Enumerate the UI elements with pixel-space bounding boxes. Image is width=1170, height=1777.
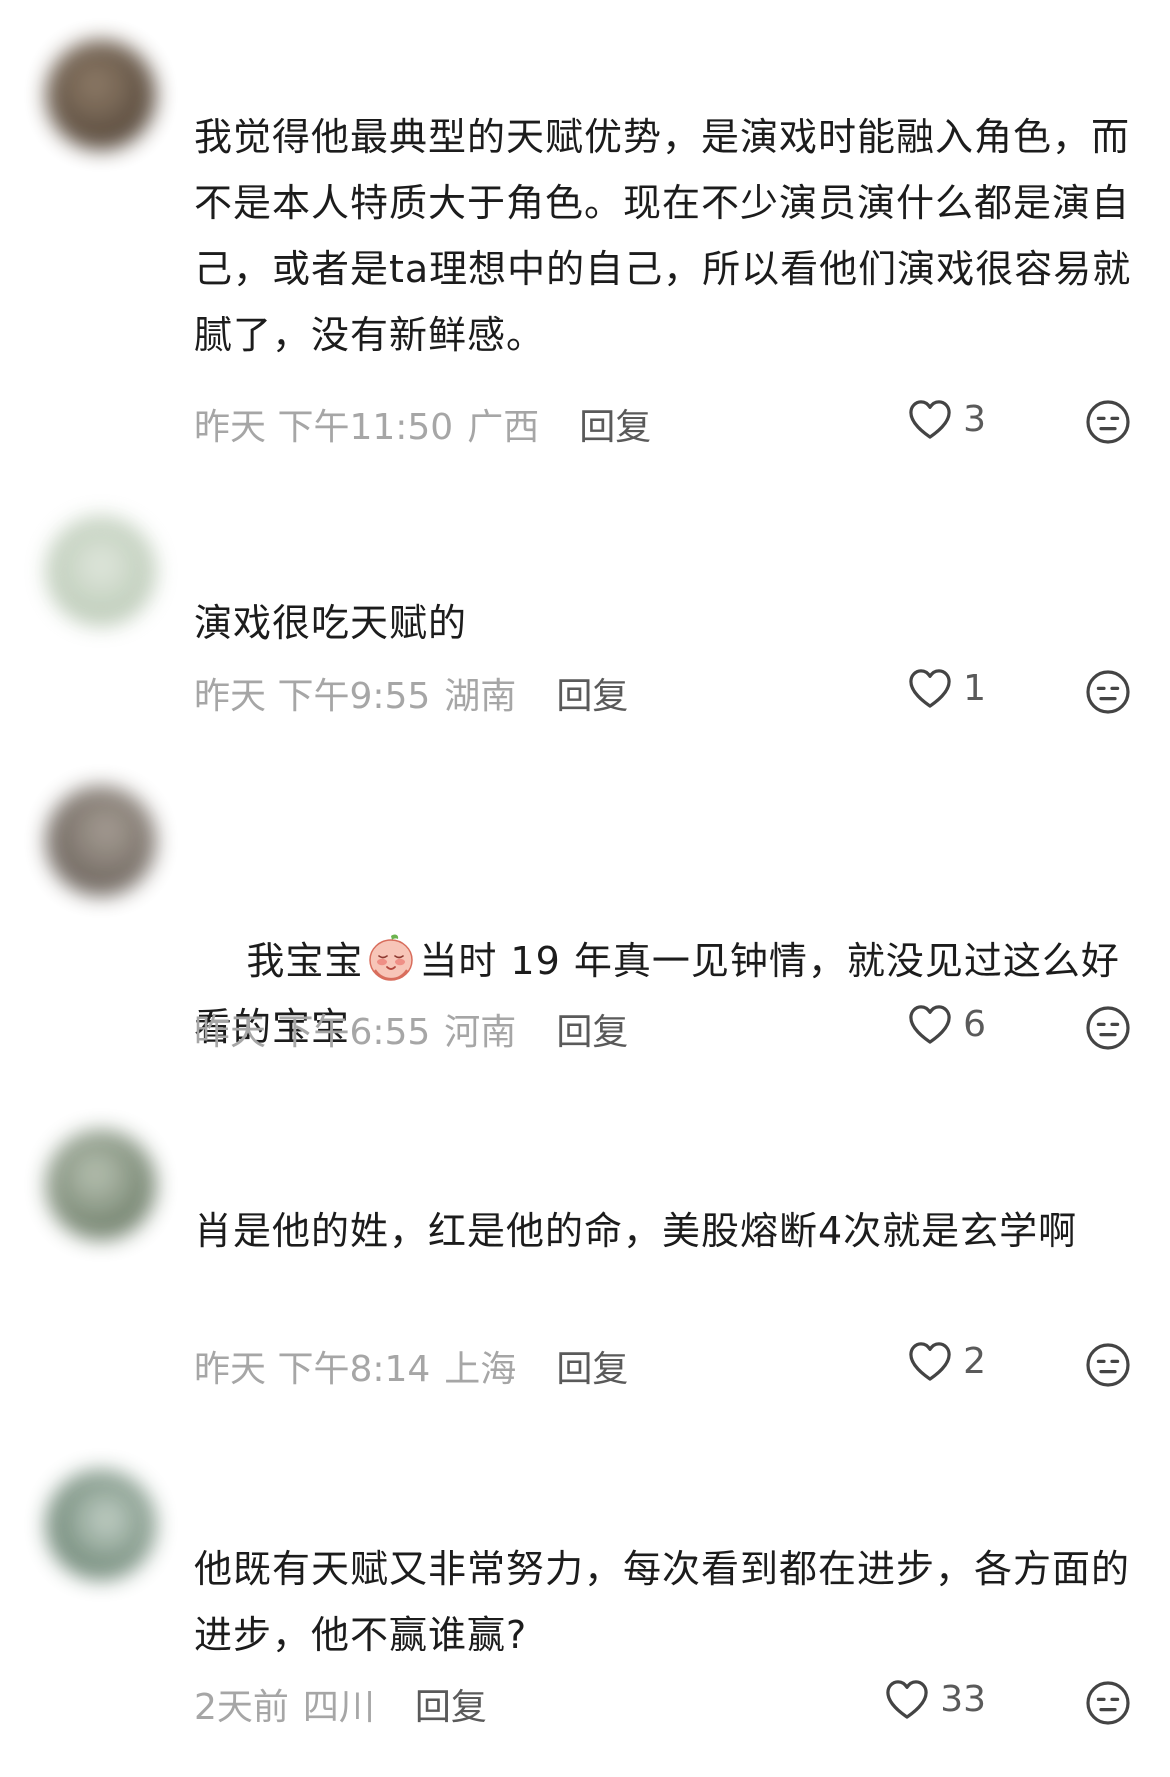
comment-time: 2天前: [194, 1687, 289, 1728]
comment-text: 我宝宝 当时 19 年真一见钟情，就没见过这么好看的宝宝: [194, 862, 1134, 1126]
comment-meta: 昨天 下午6:55 河南 回复: [194, 1003, 628, 1055]
like-count: 6: [963, 1003, 986, 1045]
like-button[interactable]: 1: [907, 667, 986, 709]
comment-text: 肖是他的姓，红是他的命，美股熔断4次就是玄学啊: [194, 1209, 1078, 1253]
heart-icon: [886, 1680, 928, 1719]
comment-time: 昨天 下午6:55: [194, 1012, 431, 1053]
avatar[interactable]: [46, 1130, 156, 1240]
comment-location: 广西: [467, 407, 540, 448]
comment-text-part: 我宝宝: [246, 939, 364, 983]
like-count: 33: [940, 1678, 986, 1720]
comment-text: 我觉得他最典型的天赋优势，是演戏时能融入角色，而不是本人特质大于角色。现在不少演…: [194, 115, 1132, 357]
reply-button[interactable]: 回复: [556, 1340, 628, 1392]
comment-meta: 昨天 下午11:50 广西 回复: [194, 398, 651, 450]
avatar[interactable]: [46, 786, 156, 896]
like-button[interactable]: 6: [907, 1003, 986, 1045]
comment-location: 上海: [444, 1349, 517, 1390]
avatar[interactable]: [46, 1470, 156, 1580]
reply-button[interactable]: 回复: [556, 667, 628, 719]
comment-text: 他既有天赋又非常努力，每次看到都在进步，各方面的进步，他不赢谁赢?: [194, 1547, 1131, 1657]
comment-time: 昨天 下午11:50: [194, 407, 454, 448]
neutral-face-icon[interactable]: [1084, 398, 1132, 446]
reply-button[interactable]: 回复: [579, 398, 651, 450]
like-count: 3: [963, 398, 986, 440]
heart-icon: [909, 400, 951, 439]
avatar[interactable]: [46, 40, 156, 150]
comment-meta: 昨天 下午9:55 湖南 回复: [194, 667, 628, 719]
comment-location: 四川: [302, 1687, 375, 1728]
comment-location: 湖南: [444, 676, 517, 717]
comment-time: 昨天 下午9:55: [194, 676, 431, 717]
like-button[interactable]: 3: [907, 398, 986, 440]
comment-time: 昨天 下午8:14: [194, 1349, 431, 1390]
neutral-face-icon[interactable]: [1084, 1004, 1132, 1052]
comment-meta: 2天前 四川 回复: [194, 1678, 487, 1730]
heart-icon: [909, 1342, 951, 1381]
reply-button[interactable]: 回复: [415, 1678, 487, 1730]
like-button[interactable]: 33: [884, 1678, 986, 1720]
neutral-face-icon[interactable]: [1084, 1679, 1132, 1727]
neutral-face-icon[interactable]: [1084, 1341, 1132, 1389]
blush-face-emoji: [369, 934, 414, 981]
neutral-face-icon[interactable]: [1084, 668, 1132, 716]
comment-location: 河南: [444, 1012, 517, 1053]
comment-text: 演戏很吃天赋的: [194, 601, 468, 645]
avatar[interactable]: [46, 516, 156, 626]
reply-button[interactable]: 回复: [556, 1003, 628, 1055]
like-count: 2: [963, 1340, 986, 1382]
heart-icon: [909, 1005, 951, 1044]
like-count: 1: [963, 667, 986, 709]
heart-icon: [909, 669, 951, 708]
comment-meta: 昨天 下午8:14 上海 回复: [194, 1340, 628, 1392]
like-button[interactable]: 2: [907, 1340, 986, 1382]
